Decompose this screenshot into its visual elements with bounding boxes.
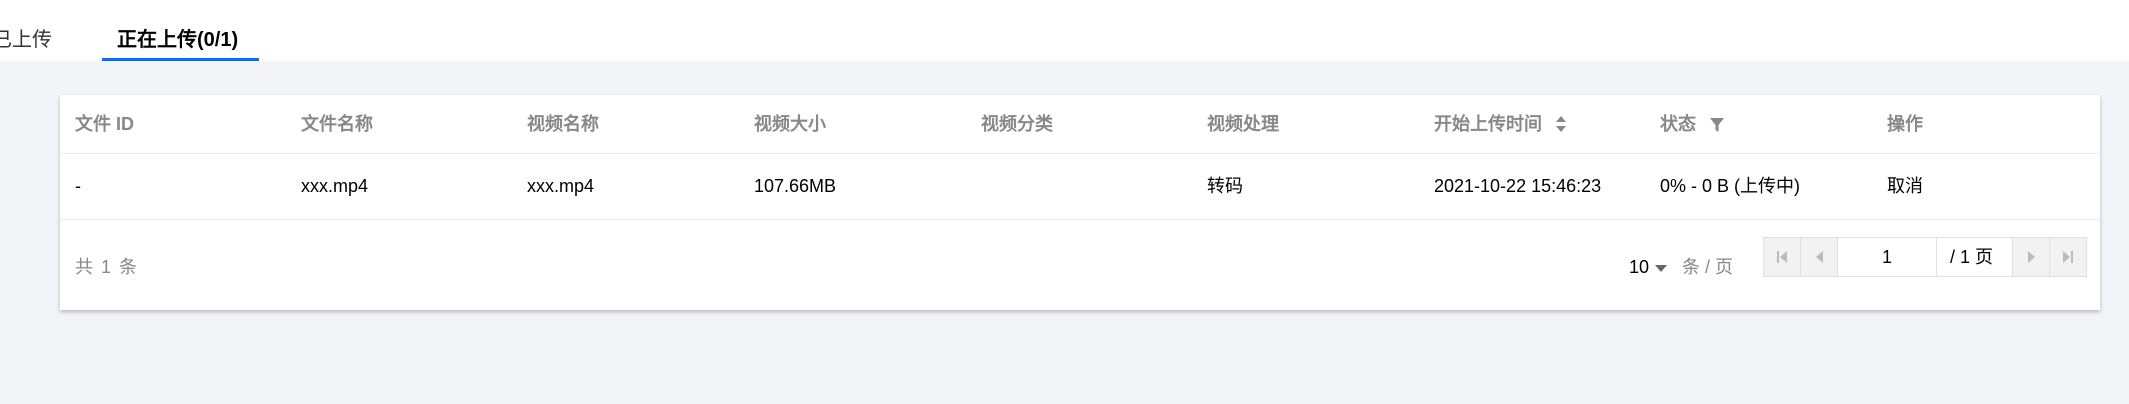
- total-number: 1: [101, 257, 112, 277]
- cell-start-time: 2021-10-22 15:46:23: [1434, 176, 1602, 196]
- next-page-icon: [2027, 251, 2035, 263]
- upload-table-card: 文件 ID 文件名称 视频名称 视频大小 视频分类 视频处理 开始上传时间 状态…: [60, 95, 2100, 310]
- column-header-start-time-label: 开始上传时间: [1434, 114, 1542, 134]
- page-size-select[interactable]: 10: [1629, 255, 1668, 279]
- column-header-video-size: 视频大小: [754, 114, 826, 134]
- column-header-file-name: 文件名称: [301, 114, 373, 134]
- cancel-upload-link[interactable]: 取消: [1887, 174, 1923, 198]
- cell-video-processing: 转码: [1207, 176, 1243, 196]
- last-page-button[interactable]: [2049, 238, 2086, 276]
- total-prefix: 共: [75, 257, 93, 277]
- cell-video-size: 107.66MB: [754, 176, 837, 196]
- column-header-video-name: 视频名称: [527, 114, 599, 134]
- column-header-video-processing: 视频处理: [1207, 114, 1279, 134]
- cell-file-name: xxx.mp4: [301, 176, 369, 196]
- filter-icon[interactable]: [1710, 114, 1724, 138]
- column-header-file-id: 文件 ID: [75, 114, 135, 134]
- cell-status: 0% - 0 B (上传中): [1660, 176, 1801, 196]
- first-page-icon: [1777, 251, 1787, 263]
- sort-icon[interactable]: [1556, 114, 1566, 138]
- page-number-input[interactable]: [1838, 238, 1937, 276]
- next-page-button[interactable]: [2012, 238, 2049, 276]
- table-header: 文件 ID 文件名称 视频名称 视频大小 视频分类 视频处理 开始上传时间 状态…: [60, 95, 2100, 154]
- cell-video-name: xxx.mp4: [527, 176, 595, 196]
- table-footer: 共1条 10 条 / 页 / 1 页: [60, 220, 2100, 310]
- prev-page-button[interactable]: [1801, 238, 1838, 276]
- page-size-unit: 条 / 页: [1682, 257, 1734, 277]
- column-header-status[interactable]: 状态: [1660, 112, 1724, 138]
- table-row: - xxx.mp4 xxx.mp4 107.66MB 转码 2021-10-22…: [60, 154, 2100, 220]
- tab-bar: 已上传 正在上传(0/1): [0, 0, 2129, 61]
- column-header-start-time[interactable]: 开始上传时间: [1434, 112, 1566, 138]
- first-page-button[interactable]: [1764, 238, 1801, 276]
- total-suffix: 条: [119, 257, 138, 277]
- chevron-down-icon: [1655, 265, 1668, 272]
- cell-file-id: -: [75, 176, 81, 196]
- tab-uploaded[interactable]: 已上传: [0, 26, 52, 54]
- column-header-status-label: 状态: [1660, 114, 1696, 134]
- total-count: 共1条: [75, 255, 145, 279]
- tab-uploading[interactable]: 正在上传(0/1): [117, 26, 238, 54]
- last-page-icon: [2063, 251, 2073, 263]
- pagination-control: / 1 页: [1763, 237, 2087, 277]
- active-tab-indicator: [102, 58, 259, 61]
- column-header-action: 操作: [1887, 114, 1923, 134]
- total-pages-label: / 1 页: [1950, 247, 1994, 267]
- column-header-video-category: 视频分类: [981, 114, 1053, 134]
- page-size-value: 10: [1629, 257, 1650, 277]
- prev-page-icon: [1815, 251, 1823, 263]
